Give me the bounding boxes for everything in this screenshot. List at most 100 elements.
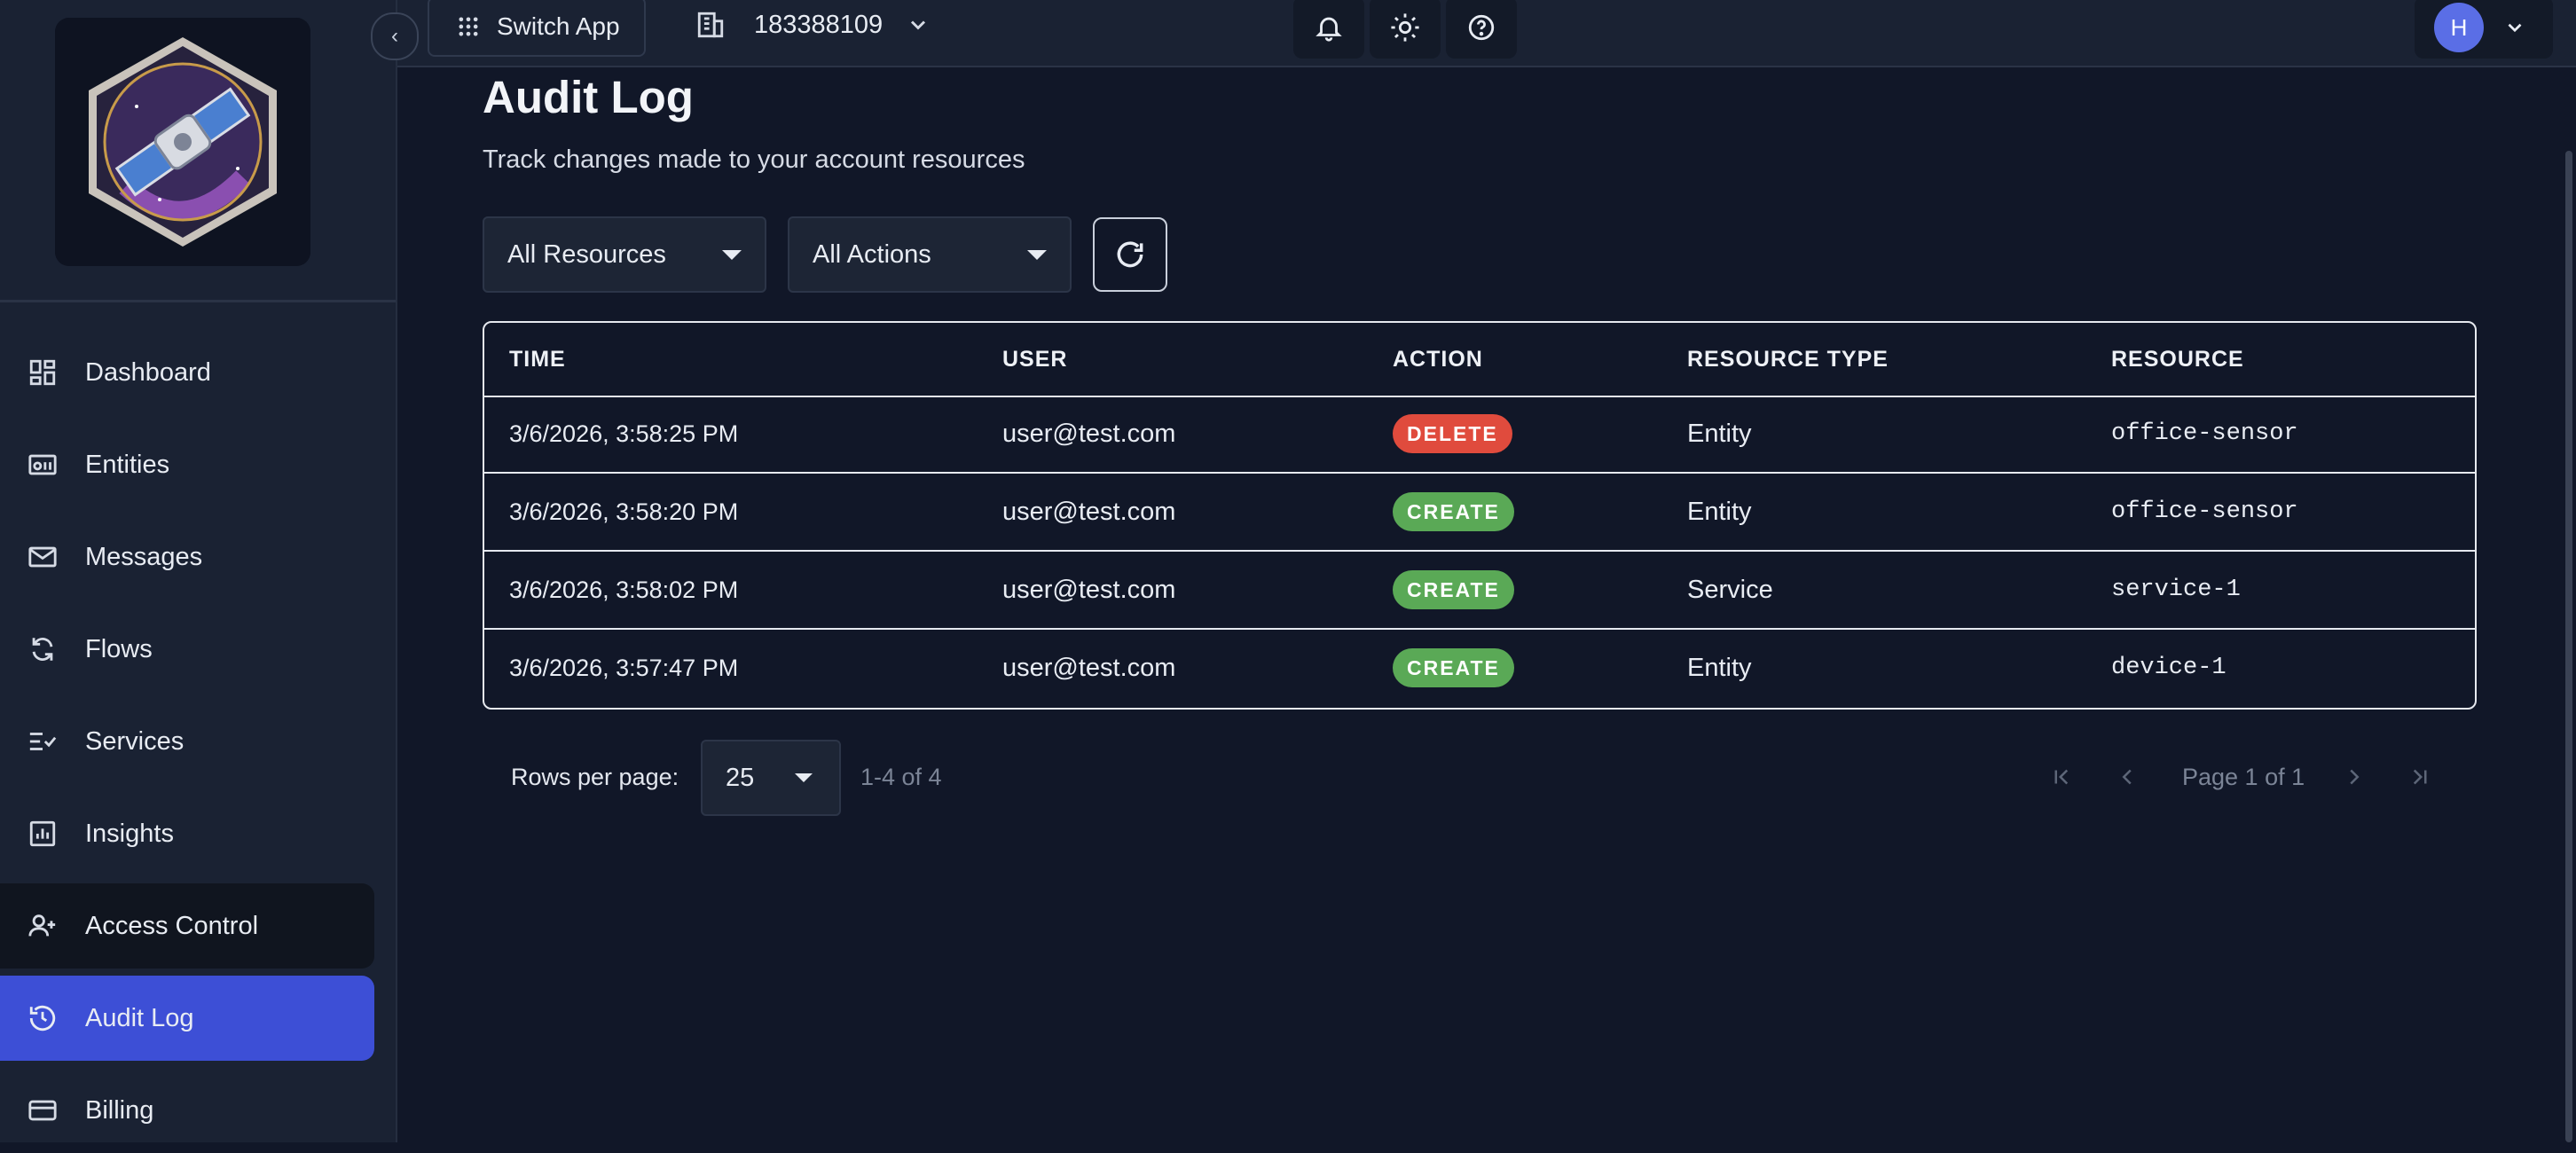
app-logo [55, 18, 310, 266]
credit-card-icon [27, 1094, 59, 1126]
last-page-button[interactable] [2404, 761, 2436, 793]
satellite-logo-icon [55, 18, 310, 266]
scrollbar[interactable] [2565, 151, 2572, 1142]
chevron-left-icon: ‹ [391, 24, 398, 48]
cell-time: 3/6/2026, 3:58:20 PM [509, 498, 739, 525]
bell-icon [1315, 17, 1342, 42]
cell-resource: office-sensor [2111, 420, 2298, 447]
dashboard-icon [27, 357, 59, 388]
table-row[interactable]: 3/6/2026, 3:58:02 PM user@test.com CREAT… [484, 552, 2475, 630]
cell-user: user@test.com [1002, 419, 1176, 448]
organization-selector[interactable]: 183388109 [695, 0, 931, 50]
page-title: Audit Log [483, 72, 694, 122]
cell-time: 3/6/2026, 3:58:02 PM [509, 576, 739, 603]
services-icon [27, 726, 59, 757]
cell-user: user@test.com [1002, 575, 1176, 604]
refresh-button[interactable] [1093, 217, 1167, 292]
avatar: H [2434, 3, 2484, 52]
cell-user: user@test.com [1002, 653, 1176, 682]
action-badge: DELETE [1393, 414, 1512, 453]
sidebar-item-messages[interactable]: Messages [0, 514, 374, 600]
apps-grid-icon [459, 17, 478, 36]
help-button[interactable] [1446, 0, 1517, 59]
sidebar-item-label: Dashboard [85, 357, 211, 387]
column-header-resource[interactable]: RESOURCE [2111, 347, 2244, 373]
collapse-sidebar-button[interactable]: ‹ [371, 12, 419, 60]
sidebar-item-label: Billing [85, 1095, 154, 1125]
chevron-down-icon [2508, 23, 2522, 33]
sidebar-item-label: Audit Log [85, 1003, 194, 1032]
sidebar-item-label: Access Control [85, 911, 259, 940]
action-badge: CREATE [1393, 492, 1514, 531]
sidebar-item-dashboard[interactable]: Dashboard [0, 330, 374, 415]
flows-icon [27, 633, 59, 665]
next-page-button[interactable] [2338, 761, 2370, 793]
user-menu-button[interactable]: H [2415, 0, 2553, 59]
page-indicator: Page 1 of 1 [2182, 764, 2305, 790]
rows-per-page-label: Rows per page: [511, 764, 679, 790]
table-row[interactable]: 3/6/2026, 3:58:25 PM user@test.com DELET… [484, 396, 2475, 474]
cell-user: user@test.com [1002, 497, 1176, 526]
sidebar-item-services[interactable]: Services [0, 699, 374, 784]
rows-per-page-value: 25 [726, 763, 755, 792]
sidebar-item-access-control[interactable]: Access Control [0, 883, 374, 969]
mail-icon [27, 541, 59, 573]
resource-filter-select[interactable]: All Resources [483, 216, 766, 293]
sidebar: Dashboard Entities Messages Flows Servic… [0, 0, 397, 1142]
sidebar-item-label: Entities [85, 450, 170, 479]
action-filter-value: All Actions [813, 239, 931, 269]
column-header-time[interactable]: TIME [509, 347, 566, 373]
help-icon [1468, 14, 1495, 41]
first-page-icon [2054, 769, 2069, 785]
previous-page-button[interactable] [2111, 761, 2143, 793]
sidebar-item-audit-log[interactable]: Audit Log [0, 976, 374, 1061]
table-row[interactable]: 3/6/2026, 3:57:47 PM user@test.com CREAT… [484, 630, 2475, 706]
sidebar-item-label: Flows [85, 634, 153, 663]
cell-resource-type: Entity [1687, 419, 1752, 448]
switch-app-button[interactable]: Switch App [428, 0, 646, 57]
rows-per-page-select[interactable]: 25 [701, 740, 841, 816]
dropdown-caret-icon [1027, 249, 1047, 260]
building-icon [697, 12, 724, 38]
page-subtitle: Track changes made to your account resou… [483, 145, 1025, 174]
action-badge: CREATE [1393, 648, 1514, 687]
chevron-left-icon [2122, 769, 2132, 785]
entities-icon [27, 449, 59, 481]
switch-app-label: Switch App [497, 12, 620, 40]
cell-resource-type: Entity [1687, 653, 1752, 682]
pagination-range: 1-4 of 4 [860, 764, 942, 790]
cell-time: 3/6/2026, 3:58:25 PM [509, 420, 739, 447]
sidebar-divider [0, 300, 396, 302]
chevron-down-icon [911, 20, 926, 30]
sidebar-item-label: Services [85, 726, 185, 756]
refresh-icon [1117, 241, 1143, 268]
sidebar-item-entities[interactable]: Entities [0, 422, 374, 507]
sidebar-item-flows[interactable]: Flows [0, 607, 374, 692]
chevron-right-icon [2350, 769, 2360, 785]
cell-resource-type: Service [1687, 575, 1773, 604]
column-header-resource-type[interactable]: RESOURCE TYPE [1687, 347, 1889, 373]
action-badge: CREATE [1393, 570, 1514, 609]
first-page-button[interactable] [2046, 761, 2077, 793]
cell-resource: service-1 [2111, 576, 2241, 603]
dropdown-caret-icon [722, 249, 742, 260]
cell-time: 3/6/2026, 3:57:47 PM [509, 654, 739, 681]
sun-icon [1391, 13, 1419, 42]
last-page-icon [2413, 769, 2427, 785]
audit-log-table: TIME USER ACTION RESOURCE TYPE RESOURCE … [483, 321, 2477, 710]
sidebar-item-insights[interactable]: Insights [0, 791, 374, 876]
access-control-icon [27, 910, 59, 942]
resource-filter-value: All Resources [507, 239, 666, 269]
dropdown-caret-icon [795, 773, 813, 782]
table-row[interactable]: 3/6/2026, 3:58:20 PM user@test.com CREAT… [484, 474, 2475, 552]
column-header-user[interactable]: USER [1002, 347, 1067, 373]
notifications-button[interactable] [1293, 0, 1364, 59]
action-filter-select[interactable]: All Actions [788, 216, 1072, 293]
sidebar-item-billing[interactable]: Billing [0, 1068, 374, 1153]
organization-id: 183388109 [754, 10, 884, 39]
column-header-action[interactable]: ACTION [1393, 347, 1483, 373]
cell-resource: device-1 [2111, 655, 2227, 681]
sidebar-item-label: Insights [85, 819, 174, 848]
table-header: TIME USER ACTION RESOURCE TYPE RESOURCE [484, 323, 2475, 397]
theme-toggle-button[interactable] [1370, 0, 1441, 59]
